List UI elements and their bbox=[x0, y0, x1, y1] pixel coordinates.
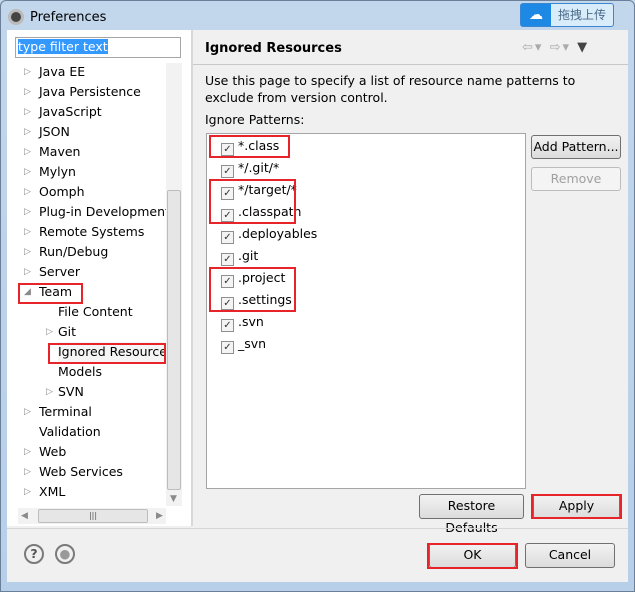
tree-item[interactable]: Java Persistence bbox=[39, 82, 141, 102]
highlight-team bbox=[18, 283, 83, 304]
patterns-label: Ignore Patterns: bbox=[205, 112, 305, 127]
highlight-project-settings bbox=[209, 267, 296, 312]
highlight-ok bbox=[427, 543, 518, 569]
panel-divider[interactable] bbox=[191, 30, 193, 526]
pattern-item[interactable]: ✓ .svn bbox=[221, 312, 264, 332]
tree-item[interactable]: Mylyn bbox=[39, 162, 76, 182]
expand-arrow-icon[interactable]: ▷ bbox=[24, 247, 31, 257]
view-menu-icon[interactable]: ▼ bbox=[577, 40, 589, 55]
expand-arrow-icon[interactable]: ▷ bbox=[24, 267, 31, 277]
divider bbox=[7, 528, 628, 529]
highlight-ignored-resources bbox=[48, 343, 166, 364]
tree-item[interactable]: SVN bbox=[58, 382, 84, 402]
tree-item[interactable]: Plug-in Development bbox=[39, 202, 170, 222]
cloud-icon: ☁ bbox=[521, 4, 551, 26]
pattern-item[interactable]: ✓ .git bbox=[221, 246, 258, 266]
tree-item[interactable]: Maven bbox=[39, 142, 80, 162]
tree-item[interactable]: XML bbox=[39, 482, 65, 502]
pattern-label: _svn bbox=[238, 336, 267, 351]
import-export-icon[interactable]: ● bbox=[55, 544, 75, 564]
pattern-label: */.git/* bbox=[238, 160, 280, 175]
forward-icon[interactable]: ⇨▾ bbox=[550, 40, 571, 55]
expand-arrow-icon[interactable]: ▷ bbox=[24, 227, 31, 237]
expand-arrow-icon[interactable]: ▷ bbox=[24, 167, 31, 177]
pattern-item[interactable]: ✓ .deployables bbox=[221, 224, 317, 244]
add-pattern-button[interactable]: Add Pattern... bbox=[531, 135, 621, 159]
highlight-apply bbox=[531, 494, 622, 519]
pattern-label: .svn bbox=[238, 314, 264, 329]
expand-arrow-icon[interactable]: ▷ bbox=[46, 387, 53, 397]
tree-item[interactable]: Run/Debug bbox=[39, 242, 108, 262]
tree-scroll-thumb[interactable] bbox=[167, 190, 181, 490]
remove-button[interactable]: Remove bbox=[531, 167, 621, 191]
pattern-label: .deployables bbox=[238, 226, 318, 241]
tree-item[interactable]: Validation bbox=[39, 422, 101, 442]
upload-label: 拖拽上传 bbox=[557, 8, 606, 22]
tree-item[interactable]: Oomph bbox=[39, 182, 85, 202]
tree-item[interactable]: Models bbox=[58, 362, 102, 382]
tree-item[interactable]: Web Services bbox=[39, 462, 123, 482]
expand-arrow-icon[interactable]: ▷ bbox=[24, 407, 31, 417]
scroll-right-icon[interactable]: ▶ bbox=[156, 511, 163, 521]
help-icon[interactable]: ? bbox=[24, 544, 44, 564]
highlight-target-classpath bbox=[209, 179, 296, 224]
eclipse-gear-icon bbox=[8, 9, 24, 25]
highlight-class bbox=[209, 135, 290, 158]
expand-arrow-icon[interactable]: ▷ bbox=[24, 147, 31, 157]
expand-arrow-icon[interactable]: ▷ bbox=[24, 107, 31, 117]
tree-hscroll-thumb[interactable]: ||| bbox=[38, 509, 148, 523]
expand-arrow-icon[interactable]: ▷ bbox=[24, 487, 31, 497]
tree-item[interactable]: Git bbox=[58, 322, 76, 342]
expand-arrow-icon[interactable]: ▷ bbox=[24, 87, 31, 97]
tree-item[interactable]: JavaScript bbox=[39, 102, 102, 122]
checkbox[interactable]: ✓ bbox=[221, 319, 234, 332]
tree-item[interactable]: Java EE bbox=[39, 62, 85, 82]
back-icon[interactable]: ⇦▾ bbox=[522, 40, 543, 55]
upload-widget[interactable]: ☁ 拖拽上传 bbox=[520, 3, 614, 27]
tree-item[interactable]: Server bbox=[39, 262, 80, 282]
pattern-item[interactable]: ✓ */.git/* bbox=[221, 158, 279, 178]
divider bbox=[193, 64, 628, 65]
expand-arrow-icon[interactable]: ▷ bbox=[24, 67, 31, 77]
expand-arrow-icon[interactable]: ▷ bbox=[46, 327, 53, 337]
expand-arrow-icon[interactable]: ▷ bbox=[24, 187, 31, 197]
filter-text: type filter text bbox=[18, 39, 108, 54]
expand-arrow-icon[interactable]: ▷ bbox=[24, 467, 31, 477]
checkbox[interactable]: ✓ bbox=[221, 165, 234, 178]
expand-arrow-icon[interactable]: ▷ bbox=[24, 447, 31, 457]
filter-input[interactable]: type filter text bbox=[15, 37, 181, 58]
page-description: Use this page to specify a list of resou… bbox=[205, 73, 576, 105]
tree-item[interactable]: Remote Systems bbox=[39, 222, 144, 242]
expand-arrow-icon[interactable]: ▷ bbox=[24, 207, 31, 217]
tree-item[interactable]: Terminal bbox=[39, 402, 92, 422]
tree-item[interactable]: JSON bbox=[39, 122, 70, 142]
pattern-item[interactable]: ✓ _svn bbox=[221, 334, 266, 354]
tree-item[interactable]: File Content bbox=[58, 302, 133, 322]
pattern-label: .git bbox=[238, 248, 259, 263]
tree-item[interactable]: Web bbox=[39, 442, 66, 462]
window-title: Preferences bbox=[30, 10, 107, 25]
checkbox[interactable]: ✓ bbox=[221, 341, 234, 354]
expand-arrow-icon[interactable]: ▷ bbox=[24, 127, 31, 137]
cancel-button[interactable]: Cancel bbox=[525, 543, 615, 568]
scroll-left-icon[interactable]: ◀ bbox=[21, 511, 28, 521]
scroll-down-icon[interactable]: ▼ bbox=[170, 494, 177, 504]
checkbox[interactable]: ✓ bbox=[221, 231, 234, 244]
checkbox[interactable]: ✓ bbox=[221, 253, 234, 266]
restore-defaults-button[interactable]: Restore Defaults bbox=[419, 494, 524, 535]
page-title: Ignored Resources bbox=[205, 41, 342, 56]
